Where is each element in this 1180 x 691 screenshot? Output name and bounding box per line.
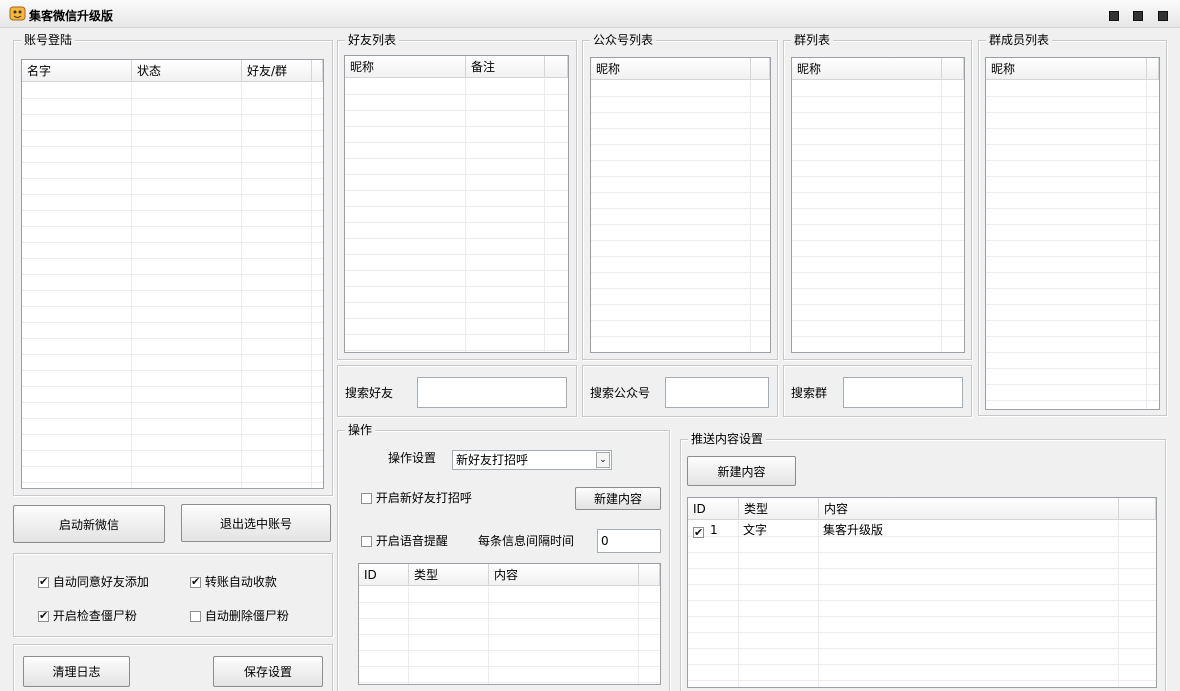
search-official-label: 搜索公众号	[590, 386, 651, 400]
column-type[interactable]: 类型	[409, 564, 489, 585]
column-nickname[interactable]: 昵称	[986, 58, 1147, 79]
operation-setting-select[interactable]: 新好友打招呼 ⌄	[452, 450, 612, 470]
auto-receive-transfer-checkbox[interactable]	[190, 575, 201, 589]
groups-list[interactable]: 昵称	[791, 57, 965, 353]
row-id: 1	[710, 523, 718, 537]
app-icon	[9, 6, 26, 21]
search-friends-input[interactable]	[417, 377, 567, 408]
column-spacer	[312, 60, 323, 81]
row-checkbox[interactable]	[693, 525, 704, 541]
push-list[interactable]: ID 类型 内容 1 文字 集客升级版	[687, 497, 1157, 688]
row-type: 文字	[743, 523, 768, 537]
voice-reminder-checkbox[interactable]	[361, 536, 372, 547]
row-content: 集客升级版	[823, 523, 884, 537]
title-bar	[0, 0, 1180, 28]
chevron-down-icon[interactable]: ⌄	[596, 452, 610, 468]
friends-legend: 好友列表	[345, 33, 400, 47]
members-legend: 群成员列表	[986, 33, 1053, 47]
account-list-header: 名字 状态 好友/群	[22, 60, 323, 82]
check-zombie-option[interactable]: 开启检查僵尸粉	[38, 609, 137, 623]
column-nickname[interactable]: 昵称	[792, 58, 942, 79]
official-legend: 公众号列表	[590, 33, 657, 47]
maximize-button[interactable]	[1133, 11, 1143, 21]
push-new-content-button[interactable]: 新建内容	[687, 456, 796, 486]
column-id[interactable]: ID	[688, 498, 739, 519]
account-legend: 账号登陆	[21, 33, 76, 47]
column-remark[interactable]: 备注	[466, 56, 545, 77]
column-id[interactable]: ID	[359, 564, 409, 585]
operation-setting-value: 新好友打招呼	[456, 453, 529, 467]
search-official-input[interactable]	[665, 377, 769, 408]
auto-delete-zombie-option[interactable]: 自动删除僵尸粉	[190, 609, 289, 623]
search-friends-label: 搜索好友	[345, 386, 394, 400]
official-list[interactable]: 昵称	[590, 57, 771, 353]
friends-list[interactable]: 昵称 备注	[344, 55, 569, 353]
column-content[interactable]: 内容	[489, 564, 639, 585]
interval-label: 每条信息间隔时间	[478, 534, 575, 548]
column-status[interactable]: 状态	[132, 60, 242, 81]
check-zombie-checkbox[interactable]	[38, 609, 49, 623]
greet-new-friend-label: 开启新好友打招呼	[375, 491, 472, 505]
auto-accept-friend-option[interactable]: 自动同意好友添加	[38, 575, 149, 589]
account-list[interactable]: 名字 状态 好友/群	[21, 59, 324, 489]
auto-delete-zombie-label: 自动删除僵尸粉	[204, 609, 289, 623]
members-list[interactable]: 昵称	[985, 57, 1160, 410]
auto-accept-friend-label: 自动同意好友添加	[52, 575, 149, 589]
save-settings-button[interactable]: 保存设置	[213, 656, 323, 687]
auto-receive-transfer-label: 转账自动收款	[204, 575, 277, 589]
check-zombie-label: 开启检查僵尸粉	[52, 609, 137, 623]
close-button[interactable]	[1158, 11, 1168, 21]
minimize-button[interactable]	[1109, 11, 1119, 21]
interval-input[interactable]: 0	[597, 529, 661, 553]
groups-legend: 群列表	[791, 33, 834, 47]
auto-accept-friend-checkbox[interactable]	[38, 575, 49, 589]
search-groups-input[interactable]	[843, 377, 963, 408]
greet-new-friend-checkbox[interactable]	[361, 493, 372, 504]
options-group	[13, 553, 333, 637]
push-legend: 推送内容设置	[688, 432, 767, 446]
table-row[interactable]: 1 文字 集客升级版	[688, 522, 1156, 541]
column-name[interactable]: 名字	[22, 60, 132, 81]
auto-receive-transfer-option[interactable]: 转账自动收款	[190, 575, 277, 589]
column-nickname[interactable]: 昵称	[591, 58, 751, 79]
voice-reminder-option[interactable]: 开启语音提醒	[361, 534, 448, 548]
clear-log-button[interactable]: 清理日志	[23, 656, 130, 687]
greet-new-friend-option[interactable]: 开启新好友打招呼	[361, 491, 472, 505]
operation-setting-label: 操作设置	[388, 451, 437, 465]
logout-account-button[interactable]: 退出选中账号	[181, 504, 331, 542]
operation-legend: 操作	[345, 423, 376, 437]
auto-delete-zombie-checkbox[interactable]	[190, 611, 201, 622]
column-nickname[interactable]: 昵称	[345, 56, 466, 77]
column-type[interactable]: 类型	[739, 498, 819, 519]
voice-reminder-label: 开启语音提醒	[375, 534, 448, 548]
window-title: 集客微信升级版	[29, 9, 114, 23]
column-content[interactable]: 内容	[819, 498, 1119, 519]
operation-new-content-button[interactable]: 新建内容	[575, 487, 661, 510]
search-groups-label: 搜索群	[791, 386, 828, 400]
column-friends-groups[interactable]: 好友/群	[242, 60, 312, 81]
start-wechat-button[interactable]: 启动新微信	[13, 505, 165, 543]
operation-list[interactable]: ID 类型 内容	[358, 563, 661, 685]
